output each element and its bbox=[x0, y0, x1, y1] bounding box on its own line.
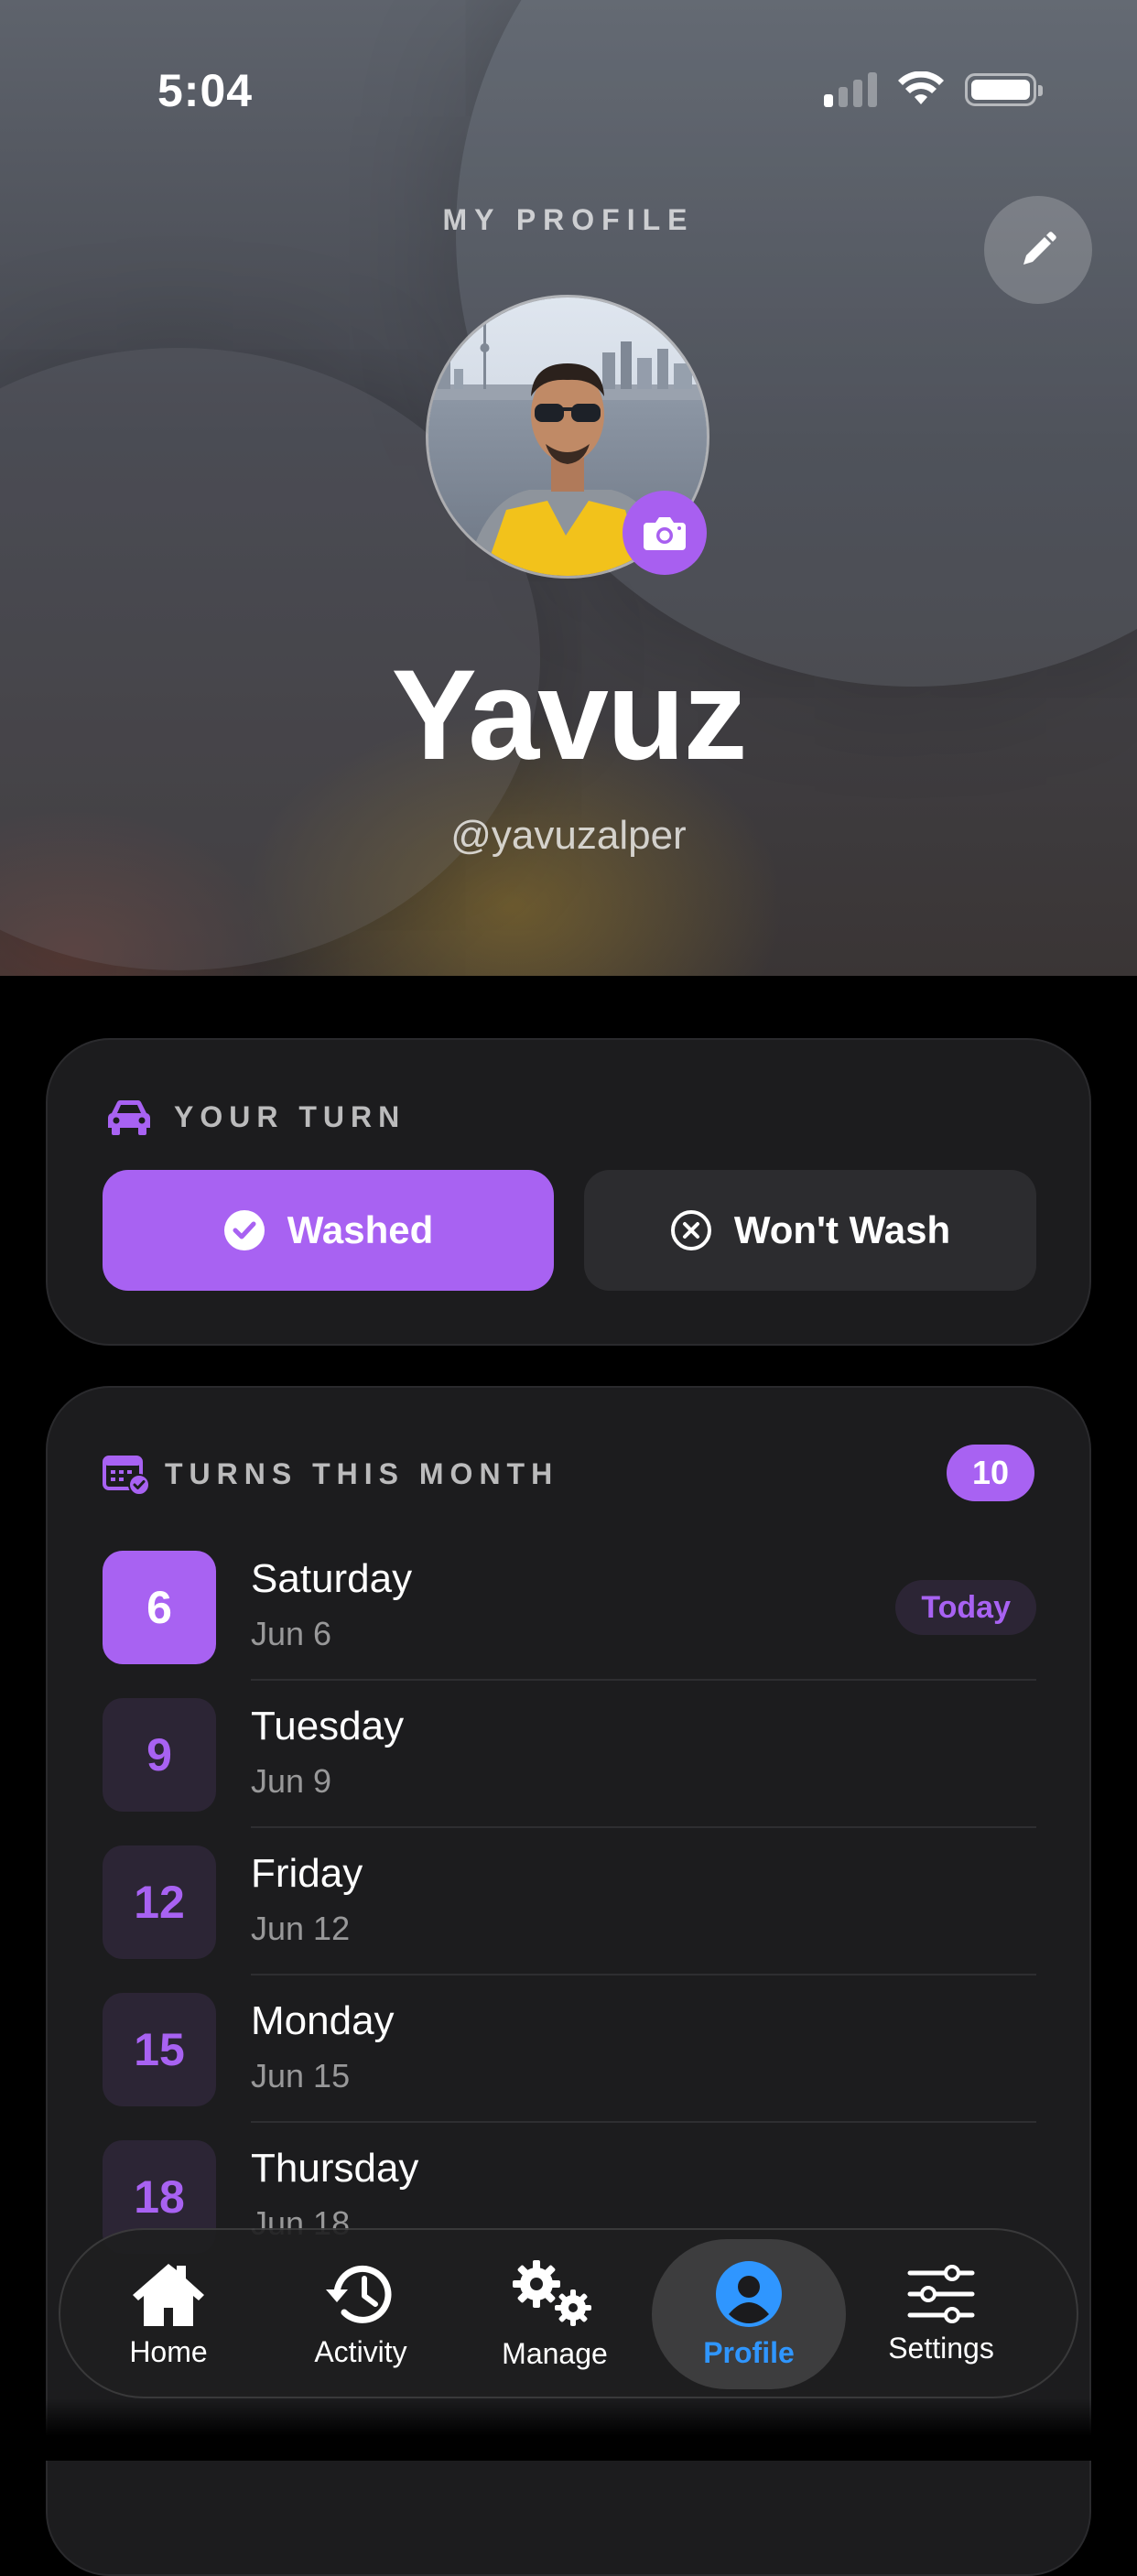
today-badge: Today bbox=[895, 1580, 1036, 1635]
turn-weekday: Monday bbox=[251, 1998, 395, 2043]
turn-row[interactable]: 6 Saturday Jun 6 Today bbox=[103, 1551, 1036, 1698]
car-icon bbox=[107, 1099, 151, 1135]
turn-weekday: Thursday bbox=[251, 2146, 419, 2191]
tab-settings[interactable]: Settings bbox=[844, 2239, 1038, 2389]
profile-handle: @yavuzalper bbox=[450, 813, 687, 858]
cellular-signal-icon bbox=[824, 72, 877, 107]
tab-activity[interactable]: Activity bbox=[264, 2239, 458, 2389]
home-icon bbox=[133, 2263, 204, 2326]
day-number: 15 bbox=[103, 1993, 216, 2106]
tab-label: Profile bbox=[703, 2335, 795, 2369]
edit-profile-button[interactable] bbox=[984, 196, 1092, 304]
day-number: 12 bbox=[103, 1845, 216, 1959]
sliders-icon bbox=[907, 2264, 975, 2323]
wont-wash-button-label: Won't Wash bbox=[733, 1208, 951, 1251]
turn-row[interactable]: 12 Friday Jun 12 bbox=[103, 1845, 1036, 1993]
row-divider bbox=[251, 1826, 1036, 1828]
person-icon bbox=[716, 2260, 782, 2327]
turn-weekday: Friday bbox=[251, 1851, 363, 1896]
calendar-check-icon bbox=[103, 1456, 150, 1496]
turn-date: Jun 12 bbox=[251, 1910, 351, 1947]
page-title: MY PROFILE bbox=[442, 203, 695, 236]
row-divider bbox=[251, 1679, 1036, 1681]
turn-count-badge: 10 bbox=[947, 1445, 1034, 1501]
battery-icon bbox=[965, 73, 1043, 106]
wont-wash-button[interactable]: Won't Wash bbox=[584, 1170, 1036, 1291]
turn-date: Jun 6 bbox=[251, 1615, 332, 1652]
change-photo-button[interactable] bbox=[623, 491, 707, 575]
profile-name: Yavuz bbox=[391, 643, 748, 786]
washed-button-label: Washed bbox=[287, 1208, 434, 1251]
row-divider bbox=[251, 2121, 1036, 2123]
tab-bar: Home Activity Manage Profile Settings bbox=[59, 2228, 1078, 2398]
turn-row[interactable]: 15 Monday Jun 15 bbox=[103, 1993, 1036, 2140]
tab-label: Home bbox=[129, 2334, 208, 2368]
row-divider bbox=[251, 1974, 1036, 1975]
turn-weekday: Tuesday bbox=[251, 1704, 405, 1748]
turn-weekday: Saturday bbox=[251, 1556, 413, 1601]
your-turn-label: YOUR TURN bbox=[174, 1100, 406, 1133]
profile-header: 5:04 MY PROFILE Yavuz @yavuzalper bbox=[0, 0, 1137, 976]
history-icon bbox=[326, 2265, 392, 2323]
tab-label: Manage bbox=[502, 2336, 608, 2370]
bottom-fade bbox=[0, 2398, 1137, 2461]
tab-label: Activity bbox=[314, 2334, 407, 2368]
camera-icon bbox=[644, 517, 686, 550]
washed-button[interactable]: Washed bbox=[103, 1170, 554, 1291]
day-number: 9 bbox=[103, 1698, 216, 1812]
tab-manage[interactable]: Manage bbox=[458, 2239, 652, 2389]
pencil-icon bbox=[1023, 232, 1056, 265]
turn-row[interactable]: 9 Tuesday Jun 9 bbox=[103, 1698, 1036, 1845]
turn-date: Jun 9 bbox=[251, 1762, 332, 1800]
gears-icon bbox=[513, 2259, 591, 2326]
turn-date: Jun 15 bbox=[251, 2057, 351, 2094]
tab-label: Settings bbox=[888, 2331, 994, 2365]
checkmark-circle-icon bbox=[223, 1210, 265, 1250]
turns-this-month-label: TURNS THIS MONTH bbox=[165, 1457, 559, 1490]
wifi-icon bbox=[898, 71, 944, 104]
day-number: 6 bbox=[103, 1551, 216, 1664]
status-time: 5:04 bbox=[157, 65, 254, 116]
x-circle-icon bbox=[670, 1210, 711, 1250]
your-turn-card: YOUR TURN Washed Won't Wash bbox=[46, 1038, 1091, 1346]
status-icons bbox=[824, 71, 1043, 108]
tab-profile[interactable]: Profile bbox=[652, 2239, 846, 2389]
tab-home[interactable]: Home bbox=[71, 2239, 265, 2389]
